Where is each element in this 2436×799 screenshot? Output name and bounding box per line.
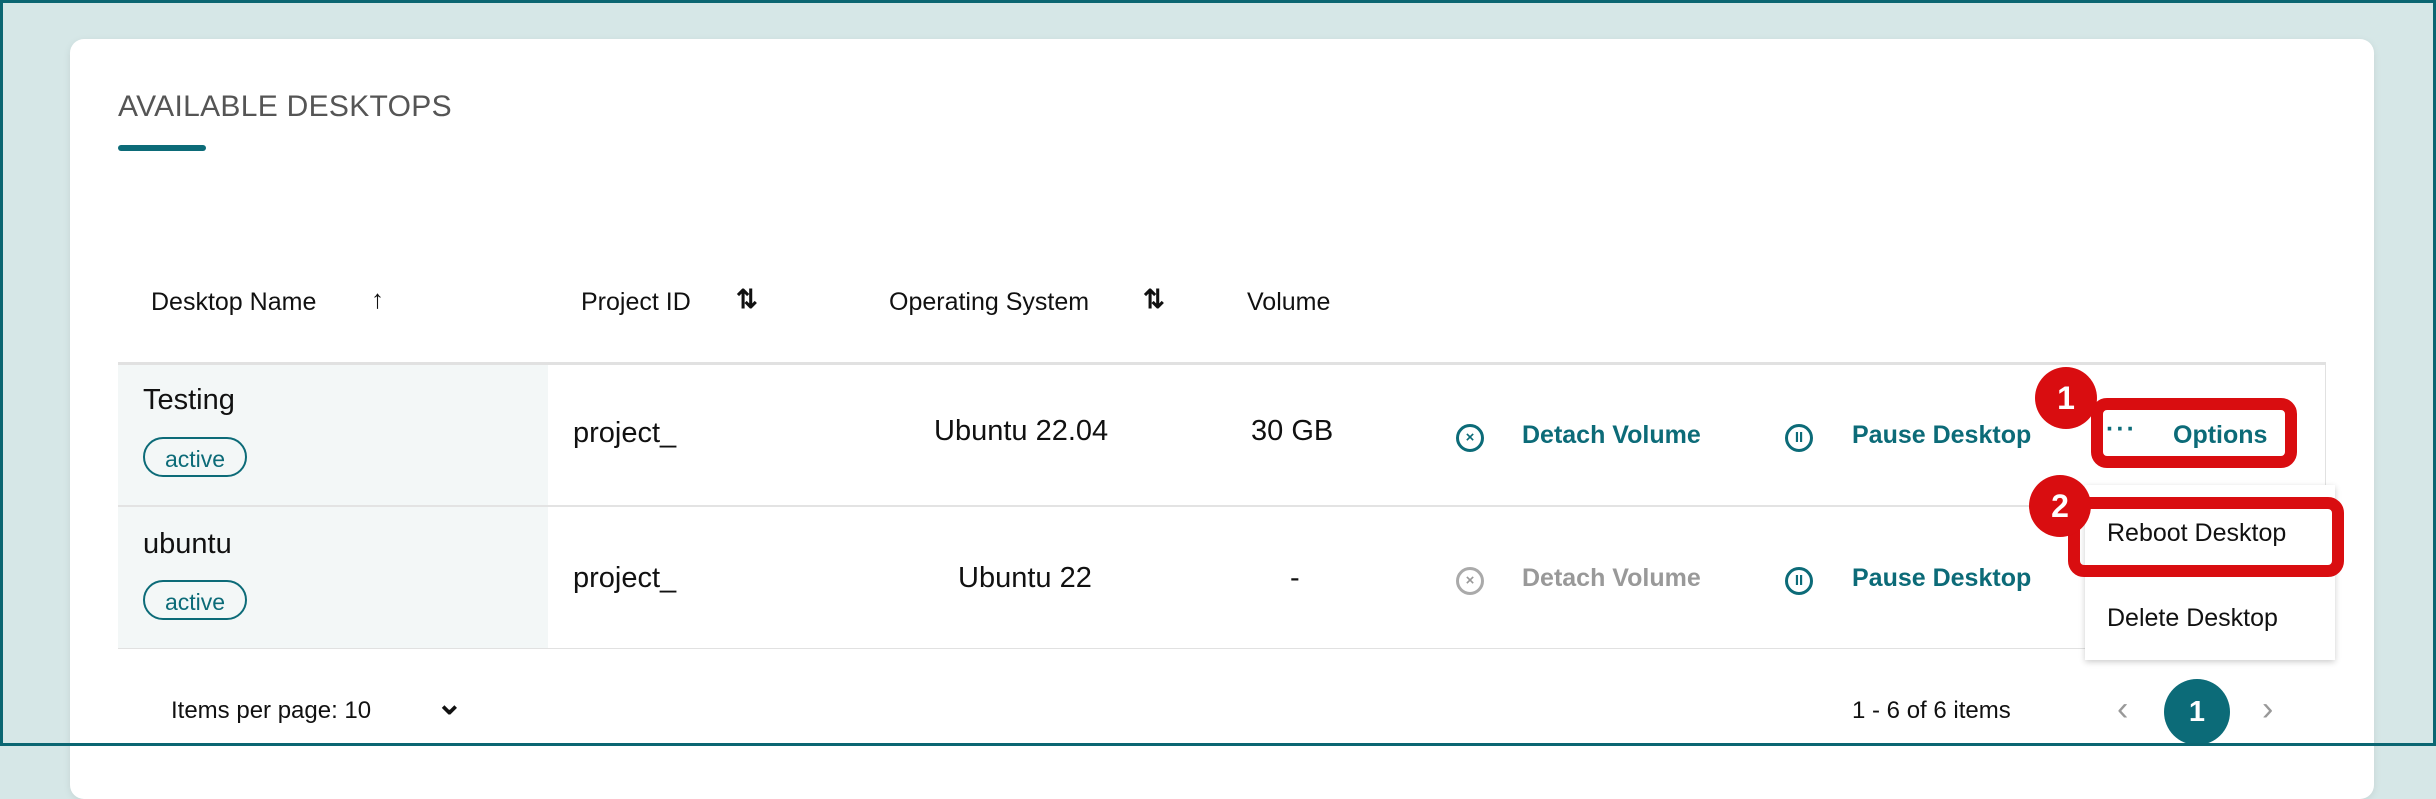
menu-item-delete-desktop[interactable]: Delete Desktop [2107,604,2278,633]
project-id: project_ [573,562,677,594]
operating-system: Ubuntu 22 [958,562,1092,594]
row-divider [118,505,2326,507]
x-circle-icon[interactable]: × [1456,424,1484,452]
title-underline [118,145,206,151]
chevron-right-icon[interactable]: › [2262,690,2273,729]
page-button-1[interactable]: 1 [2164,679,2230,745]
annotation-1: 1 [2035,367,2097,429]
desktop-name: Testing [143,384,235,416]
x-circle-icon: × [1456,567,1484,595]
pause-desktop-button[interactable]: Pause Desktop [1852,564,2031,593]
project-id: project_ [573,417,677,449]
desktop-name: ubuntu [143,528,232,560]
pause-circle-icon[interactable]: II [1785,567,1813,595]
status-badge: active [143,437,248,477]
sort-icon[interactable]: ⇅ [736,284,758,315]
column-header-desktop-name[interactable]: Desktop Name [151,288,316,317]
annotation-2: 2 [2029,475,2091,537]
sort-ascending-icon[interactable]: ↑ [371,284,384,315]
column-header-volume: Volume [1247,288,1331,316]
operating-system: Ubuntu 22.04 [934,415,1109,447]
highlight-options [2091,398,2297,468]
column-header-operating-system[interactable]: Operating System [889,288,1089,317]
volume: - [1290,562,1300,594]
volume: 30 GB [1251,415,1334,447]
detach-volume-button[interactable]: Detach Volume [1522,421,1701,450]
items-per-page-select[interactable]: Items per page: 10 [171,697,371,725]
chevron-left-icon[interactable]: ‹ [2117,690,2128,729]
sort-icon[interactable]: ⇅ [1143,284,1165,315]
menu-item-reboot-desktop[interactable]: Reboot Desktop [2107,519,2286,548]
column-header-project-id[interactable]: Project ID [581,288,691,317]
pagination-range: 1 - 6 of 6 items [1852,697,2011,724]
status-badge: active [143,580,248,620]
section-title: AVAILABLE DESKTOPS [118,90,452,123]
chevron-down-icon[interactable]: ⌄ [436,684,463,722]
pause-desktop-button[interactable]: Pause Desktop [1852,421,2031,450]
detach-volume-button-disabled: Detach Volume [1522,564,1701,592]
pause-circle-icon[interactable]: II [1785,424,1813,452]
